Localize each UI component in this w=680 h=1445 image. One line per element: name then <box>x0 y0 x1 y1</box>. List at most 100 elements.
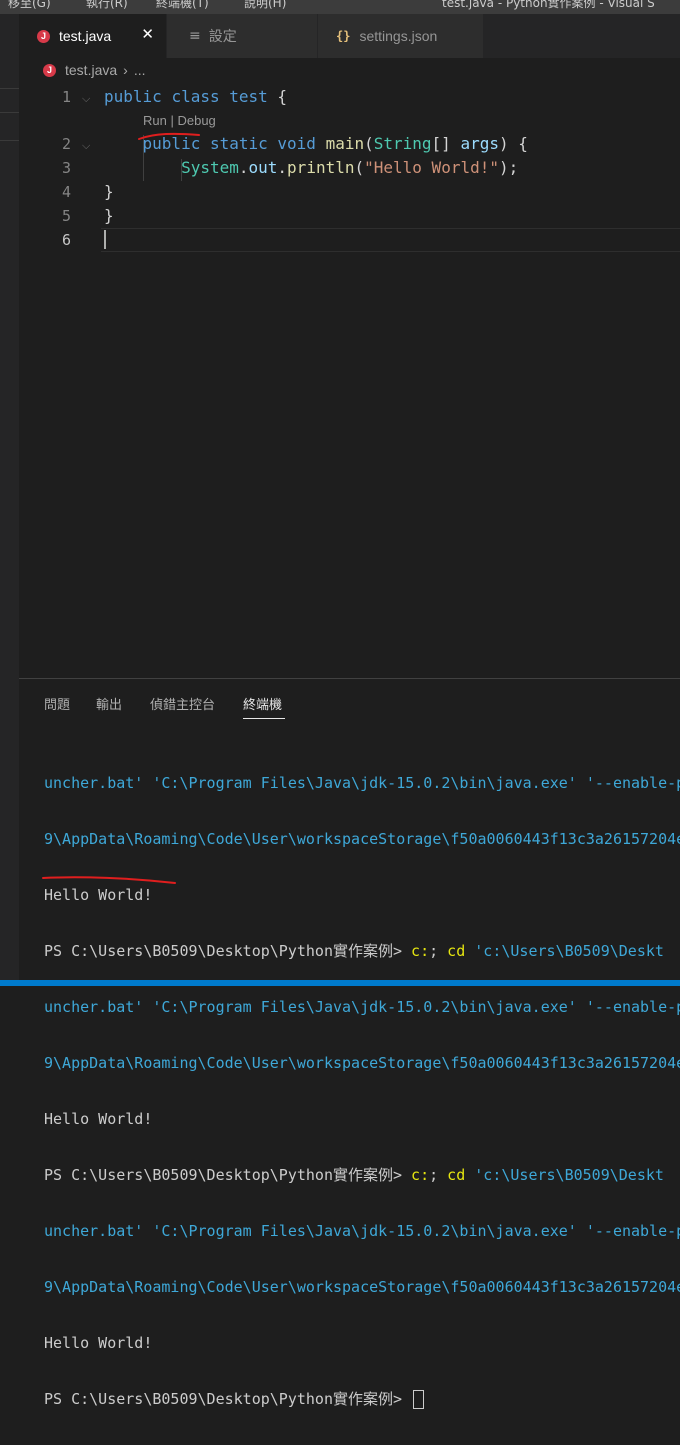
current-line-highlight <box>101 228 680 252</box>
code-line-2: public static void main(String[] args) { <box>104 134 528 153</box>
method-call: println <box>287 158 355 177</box>
string-literal: "Hello World!" <box>364 158 499 177</box>
activity-divider <box>0 88 19 89</box>
punctuation: [] <box>431 134 451 153</box>
settings-list-icon: ≡ <box>189 28 201 44</box>
tab-debug-console[interactable]: 偵錯主控台 <box>150 694 215 713</box>
text-cursor <box>104 230 106 249</box>
terminal-text: 9\AppData\Roaming\Code\User\workspaceSto… <box>44 1054 680 1072</box>
codelens-separator: | <box>166 113 178 128</box>
tab-output[interactable]: 輸出 <box>96 694 122 713</box>
punctuation: ( <box>354 158 365 177</box>
menu-item-go[interactable]: 移至(G) <box>8 0 51 11</box>
field-reference: out <box>248 158 278 177</box>
terminal-text: Hello World! <box>44 1334 153 1352</box>
code-line-3: System.out.println("Hello World!"); <box>104 158 518 177</box>
breadcrumb: J test.java › ... <box>19 58 680 82</box>
terminal-text: 9\AppData\Roaming\Code\User\workspaceSto… <box>44 830 680 848</box>
class-name: test <box>229 87 268 106</box>
menu-item-terminal[interactable]: 終端機(T) <box>156 0 209 11</box>
terminal-cursor <box>413 1390 425 1409</box>
terminal-line: 9\AppData\Roaming\Code\User\workspaceSto… <box>44 829 680 849</box>
keyword: class <box>171 87 220 106</box>
close-icon[interactable]: ✕ <box>141 25 154 43</box>
terminal-text: ; <box>429 1166 448 1184</box>
java-icon: J <box>37 29 50 43</box>
code-line-4: } <box>104 182 114 201</box>
line-number: 2 <box>61 135 71 153</box>
terminal-line: Hello World! <box>44 1333 680 1353</box>
tab-settings[interactable]: ≡ 設定 <box>167 14 317 58</box>
bottom-panel: 問題 輸出 偵錯主控台 終端機 uncher.bat' 'C:\Program … <box>19 678 680 1409</box>
punctuation: ) { <box>498 134 528 153</box>
terminal-text: Hello World! <box>44 886 153 904</box>
terminal-line: uncher.bat' 'C:\Program Files\Java\jdk-1… <box>44 773 680 793</box>
terminal-line: PS C:\Users\B0509\Desktop\Python實作案例> c:… <box>44 1165 680 1185</box>
terminal-line: 9\AppData\Roaming\Code\User\workspaceSto… <box>44 1277 680 1297</box>
breadcrumb-separator: › <box>123 62 128 78</box>
fold-chevron-icon[interactable]: ⌵ <box>82 139 90 153</box>
terminal-text: 'c:\Users\B0509\Deskt <box>465 1166 664 1184</box>
tab-label: test.java <box>59 28 112 44</box>
line-number: 5 <box>61 207 71 225</box>
code-line-1: public class test { <box>104 87 287 106</box>
activity-bar <box>0 14 19 980</box>
debug-codelens-link[interactable]: Debug <box>177 113 215 128</box>
keyword: void <box>277 134 316 153</box>
activity-divider <box>0 112 19 113</box>
terminal-prompt: PS C:\Users\B0509\Desktop\Python實作案例> <box>44 1390 412 1408</box>
line-number: 6 <box>61 231 71 249</box>
java-icon: J <box>43 63 56 77</box>
terminal-text: uncher.bat' 'C:\Program Files\Java\jdk-1… <box>44 998 680 1016</box>
terminal-text: uncher.bat' 'C:\Program Files\Java\jdk-1… <box>44 1222 680 1240</box>
codelens: Run | Debug <box>143 113 216 128</box>
tab-label: 設定 <box>208 28 237 44</box>
terminal-text: cd <box>447 1166 466 1184</box>
tab-terminal[interactable]: 終端機 <box>243 694 282 713</box>
tab-label: settings.json <box>359 28 438 44</box>
method-name: main <box>325 134 365 153</box>
terminal-line: uncher.bat' 'C:\Program Files\Java\jdk-1… <box>44 1221 680 1241</box>
terminal-text: Hello World! <box>44 1110 153 1128</box>
json-braces-icon: {} <box>336 29 351 43</box>
terminal-text: c: <box>411 942 430 960</box>
type-name: String <box>373 134 432 153</box>
terminal-text: 9\AppData\Roaming\Code\User\workspaceSto… <box>44 1278 680 1296</box>
code-line-5: } <box>104 206 114 225</box>
menu-item-help[interactable]: 說明(H) <box>244 0 286 11</box>
keyword: public <box>104 87 162 106</box>
breadcrumb-more[interactable]: ... <box>134 62 146 78</box>
menu-bar: 移至(G) 執行(R) 終端機(T) 說明(H) test.java - Pyt… <box>0 0 680 14</box>
terminal-line: uncher.bat' 'C:\Program Files\Java\jdk-1… <box>44 997 680 1017</box>
breadcrumb-file[interactable]: test.java <box>65 62 117 78</box>
menu-item-run[interactable]: 執行(R) <box>86 0 128 11</box>
terminal-line: 9\AppData\Roaming\Code\User\workspaceSto… <box>44 1053 680 1073</box>
window-title: test.java - Python實作案例 - Visual S <box>442 0 655 10</box>
fold-chevron-icon[interactable]: ⌵ <box>82 92 90 106</box>
terminal-line: Hello World! <box>44 1109 680 1129</box>
line-number: 1 <box>61 88 71 106</box>
tab-test-java[interactable]: J test.java ✕ <box>19 14 166 58</box>
status-bar <box>0 980 680 986</box>
editor-tab-bar: J test.java ✕ ≡ 設定 {} settings.json <box>19 14 680 58</box>
tab-settings-json[interactable]: {} settings.json <box>318 14 483 58</box>
run-codelens-link[interactable]: Run <box>143 113 167 128</box>
keyword: public <box>142 134 201 153</box>
code-editor[interactable]: 1 2 3 4 5 6 ⌵ ⌵ public class test { Run … <box>19 82 680 678</box>
active-tab-indicator <box>243 718 285 719</box>
class-reference: System <box>181 158 239 177</box>
tab-problems[interactable]: 問題 <box>44 694 70 713</box>
parameter: args <box>460 134 499 153</box>
terminal-line: Hello World! <box>44 885 680 905</box>
terminal-text: uncher.bat' 'C:\Program Files\Java\jdk-1… <box>44 774 680 792</box>
punctuation: ); <box>498 158 519 177</box>
activity-divider <box>0 140 19 141</box>
terminal-text: cd <box>447 942 466 960</box>
punctuation: ( <box>364 134 374 153</box>
keyword: static <box>209 134 268 153</box>
terminal-text: ; <box>429 942 448 960</box>
terminal-line: PS C:\Users\B0509\Desktop\Python實作案例> c:… <box>44 941 680 961</box>
terminal-output[interactable]: uncher.bat' 'C:\Program Files\Java\jdk-1… <box>44 737 680 1445</box>
line-number: 3 <box>61 159 71 177</box>
punctuation: { <box>277 87 288 106</box>
